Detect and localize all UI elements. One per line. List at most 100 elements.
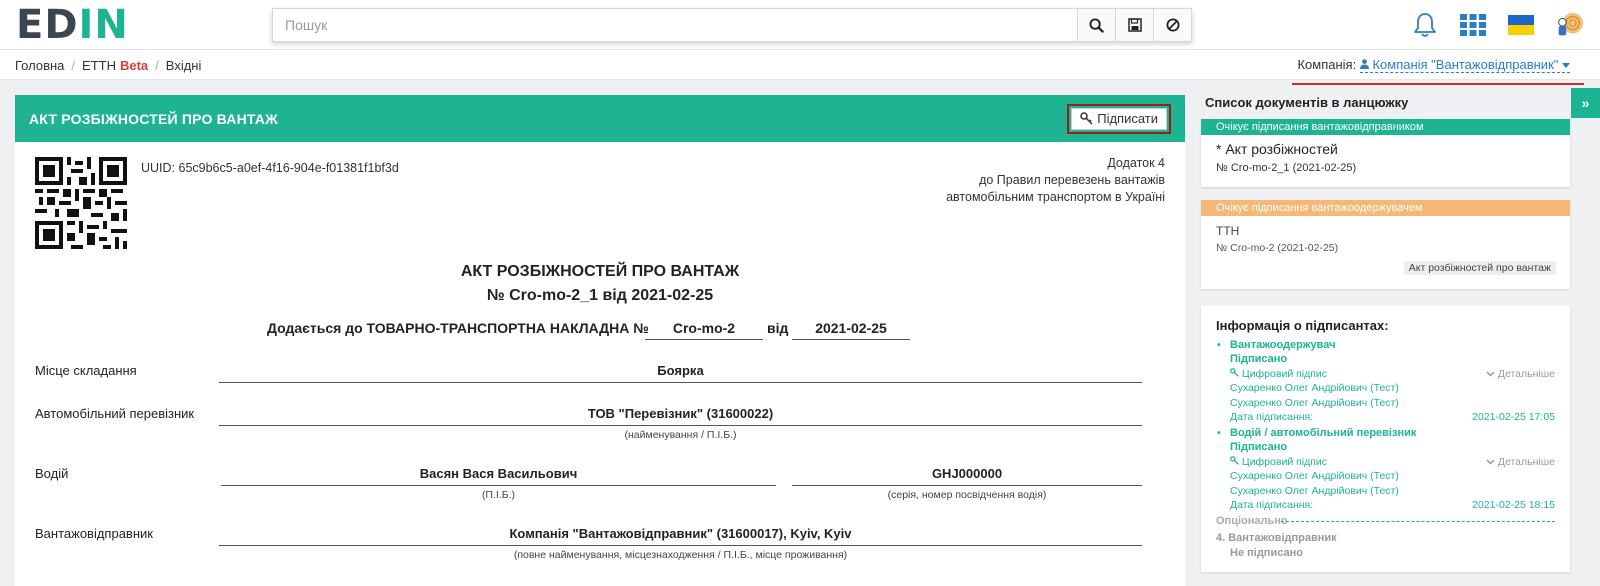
attached-waybill-date: 2021-02-25 (792, 320, 910, 340)
shipper-caption: (повне найменування, місцезнаходження / … (513, 549, 848, 561)
place-value: Боярка (219, 363, 1142, 383)
signer-status: Не підписано (1230, 546, 1303, 559)
user-icon (1359, 59, 1369, 69)
company-label: Компанія: (1297, 57, 1357, 72)
signer-person: Сухаренко Олег Андрійович (Тест) (1230, 382, 1399, 395)
breadcrumb-bar: Головна / ЕТТН Beta / Вхідні Компанія: Ко… (0, 50, 1600, 80)
company-dropdown[interactable]: Компанія "Вантажовідправник" (1359, 57, 1570, 73)
key-icon (1230, 367, 1239, 377)
qr-code (35, 157, 127, 249)
breadcrumb-home[interactable]: Головна (15, 58, 64, 73)
driver-label: Водій (35, 466, 69, 481)
chevron-down-icon (1486, 371, 1495, 377)
breadcrumb-incoming: Вхідні (165, 58, 202, 73)
shipper-label: Вантажовідправник (35, 526, 153, 541)
attached-waybill-number: Cro-mo-2 (645, 320, 763, 340)
breadcrumb: Головна / ЕТТН Beta / Вхідні (15, 58, 201, 73)
appendix-line: Додаток 4 (1107, 156, 1165, 170)
breadcrumb-separator: / (155, 58, 159, 73)
details-label: Детальніше (1497, 455, 1555, 468)
sign-date: 2021-02-25 18:15 (1472, 499, 1555, 512)
caret-down-icon (1562, 63, 1570, 68)
search-button[interactable] (1077, 9, 1115, 41)
sign-button[interactable]: Підписати (1071, 107, 1167, 130)
key-icon (1230, 455, 1239, 465)
top-right-icons (1392, 0, 1600, 50)
sign-date-row: Дата підписання: 2021-02-25 17:05 (1230, 410, 1555, 424)
optional-signer: 4. Вантажовідправник Не підписано (1216, 531, 1337, 560)
key-icon (1080, 112, 1093, 125)
beta-badge: Beta (119, 58, 149, 73)
bullet-icon: • (1217, 427, 1221, 439)
chain-document-number: № Cro-mo-2 (2021-02-25) (1216, 242, 1339, 254)
signers-info-card: Інформація о підписантах: • Вантажоодерж… (1201, 306, 1570, 572)
signer-item: • Водій / автомобільний перевізник Підпи… (1217, 426, 1555, 512)
driver-license: GHJ000000 (792, 466, 1142, 486)
optional-divider (1281, 521, 1555, 522)
details-toggle[interactable]: Детальніше (1486, 455, 1555, 469)
apps-menu-button[interactable] (1458, 10, 1488, 40)
optional-label: Опціонально (1216, 515, 1288, 527)
document-panel: АКТ РОЗБІЖНОСТЕЙ ПРО ВАНТАЖ Підписати UU… (15, 95, 1185, 586)
apps-grid-icon (1460, 14, 1486, 36)
sign-date-label: Дата підписання: (1230, 411, 1314, 424)
carrier-caption: (найменування / П.І.Б.) (624, 429, 737, 441)
company-selector: Компанія: Компанія "Вантажовідправник" (1297, 57, 1570, 73)
logo-part-left: ED (16, 2, 79, 48)
breadcrumb-ettn-label: ЕТТН (82, 58, 116, 73)
save-search-button[interactable] (1115, 9, 1153, 41)
signature-type: Цифровий підпис (1241, 455, 1328, 468)
clear-filter-icon (1166, 18, 1179, 32)
signer-person: Сухаренко Олег Андрійович (Тест) (1230, 396, 1399, 409)
carrier-value: ТОВ "Перевізник" (31600022) (219, 406, 1142, 426)
shipper-value: Компанія "Вантажовідправник" (31600017),… (219, 526, 1142, 546)
document-header: АКТ РОЗБІЖНОСТЕЙ ПРО ВАНТАЖ Підписати (15, 95, 1185, 142)
signer-role: Вантажоодержувач (1230, 339, 1336, 351)
collapse-sidebar-button[interactable]: » (1571, 88, 1600, 118)
sign-date-label: Дата підписання: (1230, 499, 1314, 512)
save-icon (1127, 18, 1142, 32)
driver-name-caption: (П.І.Б.) (481, 489, 516, 501)
attached-to-label: Додається до ТОВАРНО-ТРАНСПОРТНА НАКЛАДН… (267, 320, 649, 336)
language-button[interactable] (1506, 10, 1536, 40)
document-uuid: UUID: 65c9b6c5-a0ef-4f16-904e-f01381f1bf… (141, 161, 399, 175)
sign-button-highlight: Підписати (1067, 103, 1171, 134)
notifications-button[interactable] (1410, 10, 1440, 40)
company-highlight-underline (1292, 83, 1584, 85)
sign-date-row: Дата підписання: 2021-02-25 18:15 (1230, 498, 1555, 512)
document-title: АКТ РОЗБІЖНОСТЕЙ ПРО ВАНТАЖ (460, 263, 740, 280)
place-label: Місце складання (35, 363, 137, 378)
bell-icon (1414, 13, 1436, 37)
search-icon (1089, 17, 1104, 33)
document-number: № Cro-mo-2_1 від 2021-02-25 (486, 287, 714, 304)
signature-type: Цифровий підпис (1241, 367, 1328, 380)
bullet-icon: • (1217, 339, 1221, 351)
chain-document-name: * Акт розбіжностей (1216, 141, 1338, 157)
carrier-label: Автомобільний перевізник (35, 406, 195, 421)
edin-logo[interactable]: ED IN (16, 2, 129, 48)
signer-role: Водій / автомобільний перевізник (1230, 427, 1417, 439)
logo-part-right: IN (78, 2, 129, 48)
signer-person: Сухаренко Олег Андрійович (Тест) (1230, 484, 1399, 497)
related-document-tag[interactable]: Акт розбіжностей про вантаж (1403, 261, 1556, 275)
user-avatar[interactable] (1554, 10, 1584, 40)
details-toggle[interactable]: Детальніше (1486, 367, 1555, 381)
chain-document-card[interactable]: Очікує підписання вантажоодержувачем ТТН… (1201, 200, 1570, 289)
signer-status: Підписано (1230, 441, 1288, 454)
sign-date: 2021-02-25 17:05 (1472, 411, 1555, 424)
document-header-title: АКТ РОЗБІЖНОСТЕЙ ПРО ВАНТАЖ (29, 110, 278, 127)
chain-document-name: ТТН (1216, 224, 1240, 238)
search-bar (272, 8, 1192, 42)
search-input[interactable] (273, 9, 1077, 41)
appendix-note: Додаток 4 до Правил перевезень вантажів … (946, 155, 1165, 206)
signer-status: Підписано (1230, 353, 1288, 366)
chain-document-card[interactable]: Очікує підписання вантажовідправником * … (1201, 119, 1570, 187)
document-status-badge: Очікує підписання вантажоодержувачем (1201, 200, 1570, 216)
attached-from-label: від (767, 320, 789, 336)
breadcrumb-ettn[interactable]: ЕТТН Beta (82, 58, 148, 73)
clear-search-button[interactable] (1153, 9, 1191, 41)
signature-type-row: Цифровий підпис Детальніше (1230, 455, 1555, 469)
top-bar: ED IN (0, 0, 1600, 50)
signature-type-row: Цифровий підпис Детальніше (1230, 367, 1555, 381)
chain-document-number: № Cro-mo-2_1 (2021-02-25) (1216, 162, 1357, 174)
